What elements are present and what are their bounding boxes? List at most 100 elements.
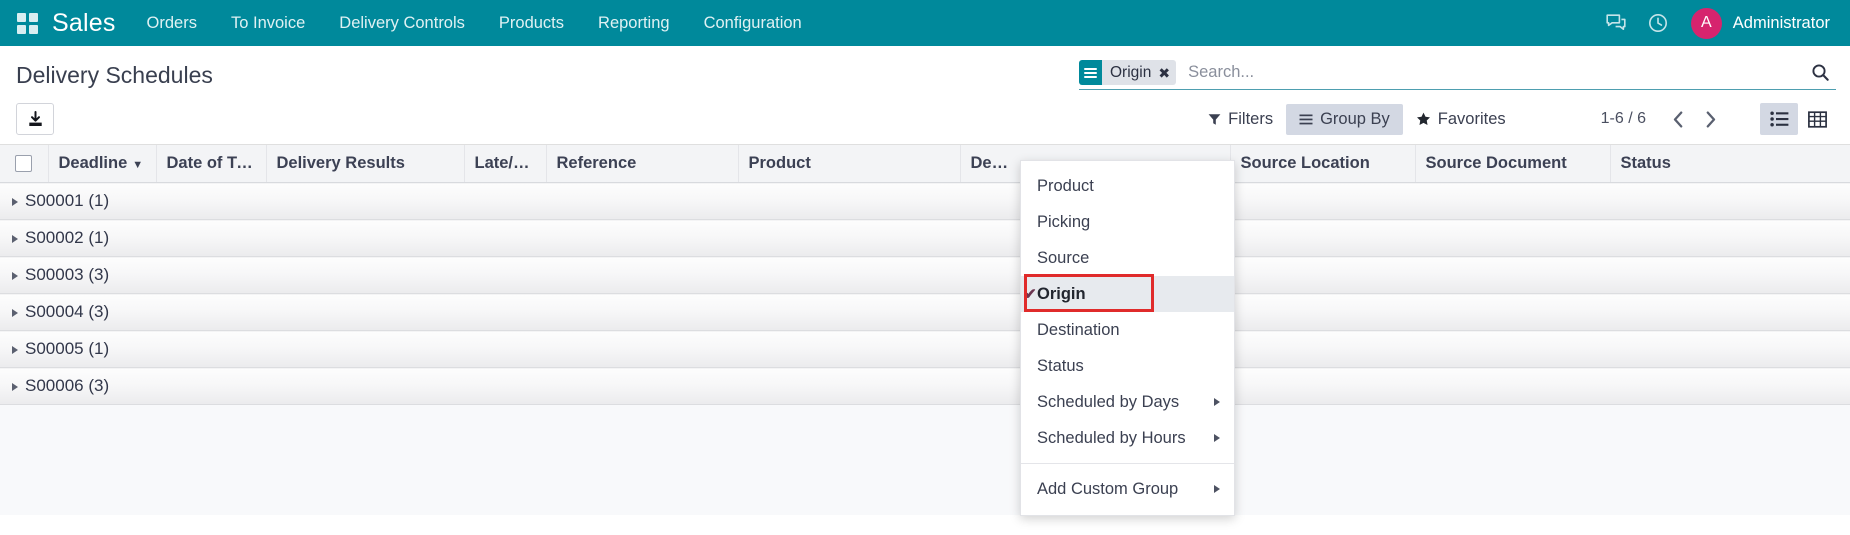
search-input[interactable]	[1184, 62, 1801, 83]
control-panel-bottom-row: Filters Group By Favorites 1-6 / 6	[0, 94, 1850, 144]
group-row-cell[interactable]: S00004 (3)	[0, 293, 1850, 331]
group-row-cell[interactable]: S00002 (1)	[0, 219, 1850, 257]
column-source-location[interactable]: Source Location	[1230, 145, 1416, 183]
menu-item-delivery-controls[interactable]: Delivery Controls	[322, 0, 482, 46]
table-row[interactable]: S00002 (1)	[0, 219, 1850, 257]
menu-item-products[interactable]: Products	[482, 0, 581, 46]
column-status[interactable]: Status	[1610, 145, 1850, 183]
submenu-arrow-icon	[1214, 485, 1220, 493]
group-by-option-scheduled-by-hours[interactable]: Scheduled by Hours	[1021, 420, 1234, 456]
menu-item-to-invoice[interactable]: To Invoice	[214, 0, 322, 46]
table-row[interactable]: S00004 (3)	[0, 293, 1850, 331]
group-label: S00004 (3)	[25, 302, 110, 321]
group-by-option-label: Destination	[1037, 320, 1120, 339]
user-menu-button[interactable]: A Administrator	[1679, 0, 1836, 46]
group-by-label: Group By	[1320, 109, 1390, 128]
chat-bubbles-icon	[1606, 14, 1626, 30]
expand-triangle-icon	[12, 382, 18, 391]
group-row-cell[interactable]: S00006 (3)	[0, 367, 1850, 405]
group-row-cell[interactable]: S00001 (1)	[0, 182, 1850, 220]
clock-icon	[1648, 14, 1667, 32]
group-by-option-label: Product	[1037, 176, 1094, 195]
menu-item-orders[interactable]: Orders	[130, 0, 214, 46]
group-label: S00003 (3)	[25, 265, 110, 284]
expand-triangle-icon	[12, 234, 18, 243]
main-menu: Orders To Invoice Delivery Controls Prod…	[130, 0, 819, 46]
table-header: Deadline ▼ Date of Tra… Delivery Results …	[0, 145, 1850, 183]
filters-button[interactable]: Filters	[1195, 104, 1286, 135]
group-by-option-origin[interactable]: ✔ Origin	[1021, 274, 1234, 312]
group-label: S00006 (3)	[25, 376, 110, 395]
avatar: A	[1690, 7, 1722, 39]
messages-button[interactable]	[1595, 0, 1637, 46]
menu-item-reporting[interactable]: Reporting	[581, 0, 687, 46]
column-source-document[interactable]: Source Document	[1415, 145, 1611, 183]
group-by-dropdown: Product Picking Source ✔ Origin Destinat…	[1020, 160, 1235, 516]
group-by-button[interactable]: Group By	[1286, 103, 1403, 135]
table-row[interactable]: S00005 (1)	[0, 330, 1850, 368]
expand-triangle-icon	[12, 271, 18, 280]
select-all-header[interactable]	[0, 145, 49, 183]
pager-next-button[interactable]	[1694, 104, 1726, 134]
group-by-option-destination[interactable]: Destination	[1021, 312, 1234, 348]
table-row[interactable]: S00003 (3)	[0, 256, 1850, 294]
group-by-option-label: Scheduled by Hours	[1037, 428, 1186, 447]
column-product[interactable]: Product	[738, 145, 961, 183]
group-label: S00002 (1)	[25, 228, 110, 247]
search-button[interactable]	[1801, 63, 1836, 82]
pivot-view-button[interactable]	[1798, 103, 1836, 135]
list-empty-area	[0, 405, 1850, 515]
pager-previous-button[interactable]	[1662, 104, 1694, 134]
submenu-arrow-icon	[1214, 434, 1220, 442]
filter-buttons: Filters Group By Favorites 1-6 / 6	[1195, 103, 1836, 135]
chevron-left-icon	[1673, 110, 1682, 128]
column-reference[interactable]: Reference	[546, 145, 739, 183]
list-view: Deadline ▼ Date of Tra… Delivery Results …	[0, 145, 1850, 515]
group-by-option-label: Scheduled by Days	[1037, 392, 1180, 411]
select-all-checkbox[interactable]	[15, 155, 33, 173]
export-button[interactable]	[16, 103, 54, 135]
activities-button[interactable]	[1637, 0, 1679, 46]
table-row[interactable]: S00006 (3)	[0, 367, 1850, 405]
list-view-button[interactable]	[1760, 103, 1798, 135]
group-row-cell[interactable]: S00003 (3)	[0, 256, 1850, 294]
search-facet-origin[interactable]: Origin ✖	[1079, 60, 1177, 85]
menu-item-configuration[interactable]: Configuration	[687, 0, 819, 46]
delivery-schedules-table: Deadline ▼ Date of Tra… Delivery Results …	[0, 145, 1850, 405]
group-by-option-scheduled-by-days[interactable]: Scheduled by Days	[1021, 384, 1234, 420]
view-switcher	[1760, 103, 1836, 135]
group-row-cell[interactable]: S00005 (1)	[0, 330, 1850, 368]
group-by-icon	[1299, 114, 1313, 124]
group-by-option-product[interactable]: Product	[1021, 168, 1234, 204]
group-label: S00001 (1)	[25, 191, 110, 210]
search-facet-body: Origin ✖	[1102, 60, 1177, 85]
add-custom-group-option[interactable]: Add Custom Group	[1021, 471, 1234, 507]
user-name: Administrator	[1732, 13, 1830, 32]
sort-desc-icon: ▼	[132, 159, 144, 171]
expand-triangle-icon	[12, 197, 18, 206]
filters-label: Filters	[1228, 109, 1274, 128]
column-date-of-transfer[interactable]: Date of Tra…	[156, 145, 267, 183]
group-by-lines-icon	[1079, 60, 1102, 85]
check-icon: ✔	[1024, 285, 1037, 303]
group-by-option-source[interactable]: Source	[1021, 240, 1234, 276]
group-by-option-status[interactable]: Status	[1021, 348, 1234, 384]
group-by-option-label: Status	[1037, 356, 1084, 375]
apps-grid-icon	[16, 12, 38, 34]
favorites-button[interactable]: Favorites	[1403, 104, 1519, 135]
group-by-option-picking[interactable]: Picking	[1021, 204, 1234, 240]
column-delivery-results[interactable]: Delivery Results	[266, 145, 465, 183]
table-row[interactable]: S00001 (1)	[0, 182, 1850, 220]
list-view-icon	[1769, 111, 1788, 127]
favorites-label: Favorites	[1437, 109, 1506, 128]
column-deadline-label: Deadline	[58, 154, 128, 172]
control-panel: Delivery Schedules Origin ✖ Search... Fi…	[0, 46, 1850, 145]
apps-menu-button[interactable]	[10, 6, 44, 40]
chevron-right-icon	[1706, 110, 1715, 128]
expand-triangle-icon	[12, 308, 18, 317]
close-icon[interactable]: ✖	[1158, 66, 1170, 80]
column-deadline[interactable]: Deadline ▼	[48, 145, 157, 183]
brand-sales[interactable]: Sales	[52, 9, 116, 38]
column-late-early[interactable]: Late/Ea…	[464, 145, 547, 183]
pager: 1-6 / 6	[1601, 104, 1726, 134]
